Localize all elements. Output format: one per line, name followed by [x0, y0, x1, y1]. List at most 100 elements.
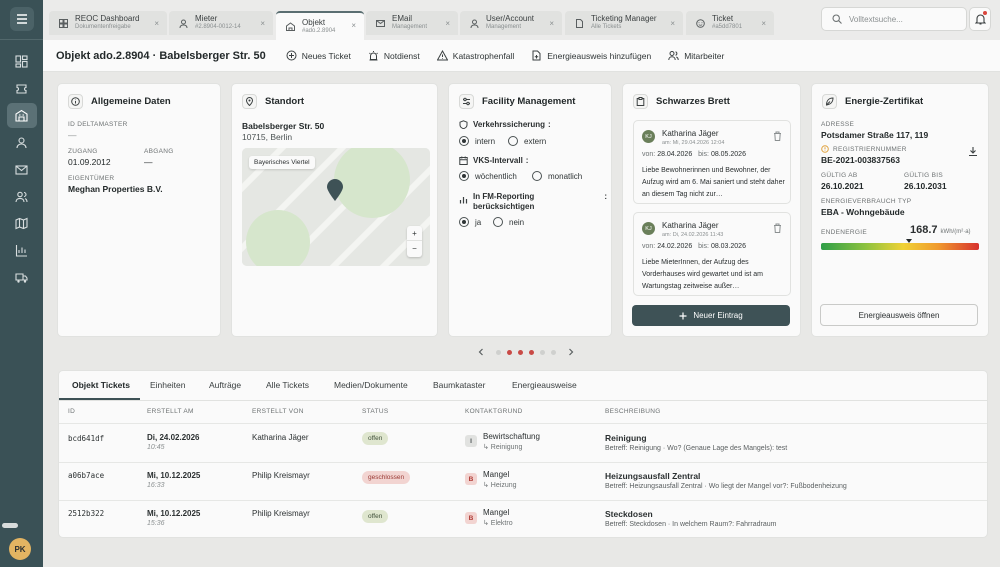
page-title: Objekt ado.2.8904 · Babelsberger Str. 50: [56, 49, 266, 62]
zoom-out-button[interactable]: −: [407, 241, 422, 256]
radio-button[interactable]: [508, 136, 518, 146]
radio-button[interactable]: [493, 217, 503, 227]
tab-close-icon[interactable]: ×: [260, 19, 265, 28]
col-beschreibung[interactable]: BESCHREIBUNG: [605, 408, 661, 415]
radio-intern[interactable]: intern: [459, 136, 495, 146]
map-view[interactable]: Bayerisches Viertel + −: [242, 148, 430, 266]
col-kontaktgrund[interactable]: KONTAKTGRUND: [465, 408, 523, 415]
sidebar-scrollbar[interactable]: [2, 523, 18, 528]
mitarbeiter-button[interactable]: Mitarbeiter: [668, 50, 724, 61]
tab-close-icon[interactable]: ×: [445, 19, 450, 28]
adresse-value: Potsdamer Straße 117, 119: [821, 130, 929, 140]
open-energieausweis-button[interactable]: Energieausweis öffnen: [820, 304, 978, 326]
table-row[interactable]: a06b7ace Mi, 10.12.2025 16:33 Philip Kre…: [59, 463, 987, 501]
radio-button[interactable]: [459, 171, 469, 181]
tab-close-icon[interactable]: ×: [154, 19, 159, 28]
radio-button[interactable]: [532, 171, 542, 181]
kontaktgrund-sub: ↳ Elektro: [483, 520, 513, 527]
board-post[interactable]: KJ Katharina Jäger am: Di, 24.02.2026 11…: [633, 212, 791, 296]
tab-close-icon[interactable]: ×: [351, 21, 356, 30]
radio-monatlich[interactable]: monatlich: [532, 171, 582, 181]
tab-baumkataster[interactable]: Baumkataster: [433, 380, 485, 390]
trash-icon[interactable]: [773, 223, 782, 233]
sidebar-item-fleet[interactable]: [7, 265, 37, 290]
tab-energieausweise[interactable]: Energieausweise: [512, 380, 577, 390]
col-erstellt-am[interactable]: ERSTELLT AM: [147, 408, 194, 415]
tab-subtitle: Alle Tickets: [591, 24, 622, 30]
chevron-left-icon[interactable]: [478, 348, 484, 356]
endenergie-readout: 168.7 kWh/(m²·a): [910, 224, 971, 236]
sidebar-item-mieter[interactable]: [7, 130, 37, 155]
new-entry-button[interactable]: Neuer Eintrag: [632, 305, 790, 326]
new-ticket-button[interactable]: Neues Ticket: [286, 50, 351, 61]
ticket-id[interactable]: 2512b322: [68, 509, 104, 518]
katastrophenfall-button[interactable]: Katastrophenfall: [436, 50, 514, 61]
user-icon: [470, 19, 479, 28]
card-schwarzes-brett: Schwarzes Brett KJ Katharina Jäger am: M…: [622, 83, 801, 337]
add-energieausweis-button[interactable]: Energieausweis hinzufügen: [531, 50, 651, 61]
tab-close-icon[interactable]: ×: [670, 19, 675, 28]
avatar[interactable]: PK: [9, 538, 31, 560]
tab-close-icon[interactable]: ×: [761, 19, 766, 28]
notifications-button[interactable]: [969, 7, 991, 31]
tab-reoc-dashboard[interactable]: REOC Dashboard Dokumentenfreigabe ×: [49, 11, 167, 35]
adresse-label: ADRESSE: [821, 121, 855, 128]
tab-objekt-tickets[interactable]: Objekt Tickets: [72, 380, 130, 390]
radio-ja[interactable]: ja: [459, 217, 481, 227]
radio-label: monatlich: [548, 171, 583, 181]
tab-einheiten[interactable]: Einheiten: [150, 380, 185, 390]
table-row[interactable]: 2512b322 Mi, 10.12.2025 15:36 Philip Kre…: [59, 501, 987, 538]
pager-dot[interactable]: [551, 349, 556, 355]
sidebar-item-dashboard[interactable]: [7, 49, 37, 74]
tab-mieter[interactable]: Mieter #2.8904-0012-14 ×: [169, 11, 273, 35]
tab-ticket[interactable]: Ticket #a5dd7801 ×: [686, 11, 774, 35]
radio-button[interactable]: [459, 217, 469, 227]
pager-dot[interactable]: [507, 349, 512, 355]
download-icon[interactable]: [968, 146, 978, 157]
sidebar-item-objekte[interactable]: [6, 103, 37, 128]
tab-alle-tickets[interactable]: Alle Tickets: [266, 380, 309, 390]
card-energie-zertifikat: Energie-Zertifikat ADRESSE Potsdamer Str…: [811, 83, 989, 337]
col-erstellt-von[interactable]: ERSTELLT VON: [252, 408, 304, 415]
panel-tabs: Objekt Tickets Einheiten Aufträge Alle T…: [59, 371, 987, 401]
radio-nein[interactable]: nein: [493, 217, 524, 227]
gueltig-bis-value: 26.10.2031: [904, 181, 947, 191]
sidebar-item-tickets[interactable]: [7, 76, 37, 101]
tab-email[interactable]: EMail Management ×: [366, 11, 458, 35]
tab-ticketing-manager[interactable]: Ticketing Manager Alle Tickets ×: [565, 11, 683, 35]
radio-button[interactable]: [459, 136, 469, 146]
col-status[interactable]: STATUS: [362, 408, 388, 415]
ticket-id[interactable]: a06b7ace: [68, 471, 104, 480]
radio-woechentlich[interactable]: wöchentlich: [459, 171, 517, 181]
notdienst-button[interactable]: Notdienst: [368, 50, 420, 61]
board-post[interactable]: KJ Katharina Jäger am: Mi, 29.04.2026 12…: [633, 120, 791, 204]
map-marker-icon[interactable]: [326, 178, 344, 202]
zoom-in-button[interactable]: +: [407, 226, 422, 241]
sidebar-item-email[interactable]: [7, 157, 37, 182]
pager-dot[interactable]: [496, 349, 501, 355]
radio-label: wöchentlich: [475, 171, 517, 181]
kontaktgrund: Mangel: [483, 508, 510, 517]
chevron-right-icon[interactable]: [568, 348, 574, 356]
menu-button[interactable]: [9, 7, 34, 31]
pager-dot[interactable]: [529, 349, 534, 355]
table-row[interactable]: bcd641df Di, 24.02.2026 10:45 Katharina …: [59, 424, 987, 462]
sidebar-item-map[interactable]: [7, 211, 37, 236]
trash-icon[interactable]: [773, 131, 782, 141]
sidebar-item-users[interactable]: [7, 184, 37, 209]
sidebar-item-reports[interactable]: [7, 238, 37, 263]
eigentuemer-value[interactable]: Meghan Properties B.V.: [68, 184, 163, 194]
radio-extern[interactable]: extern: [508, 136, 546, 146]
search-input[interactable]: Volltextsuche...: [821, 7, 967, 31]
page-header: Objekt ado.2.8904 · Babelsberger Str. 50…: [43, 40, 1000, 72]
tab-close-icon[interactable]: ×: [549, 19, 554, 28]
radio-label: nein: [509, 217, 525, 227]
tab-medien-dokumente[interactable]: Medien/Dokumente: [334, 380, 408, 390]
col-id[interactable]: ID: [68, 408, 75, 415]
tab-objekt[interactable]: Objekt #ado.2.8904 ×: [276, 11, 364, 40]
pager-dot[interactable]: [540, 349, 545, 355]
tab-user-account[interactable]: User/Account Management ×: [460, 11, 562, 35]
pager-dot[interactable]: [518, 349, 523, 355]
tab-auftraege[interactable]: Aufträge: [209, 380, 241, 390]
ticket-id[interactable]: bcd641df: [68, 434, 104, 443]
